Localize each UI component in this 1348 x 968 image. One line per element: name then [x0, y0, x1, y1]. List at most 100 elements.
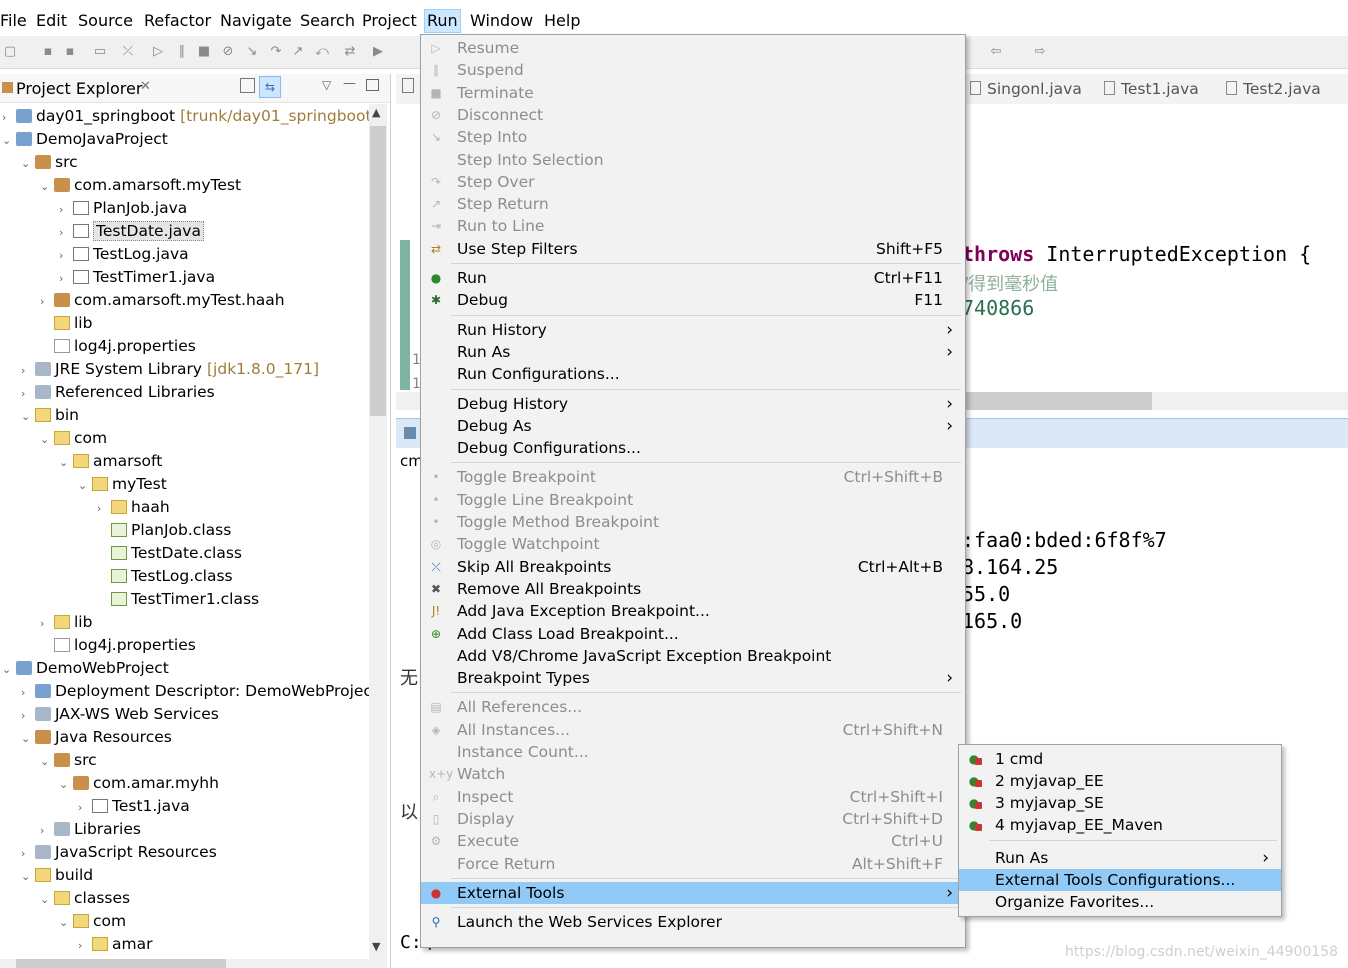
tree-item[interactable]: ⌄ DemoJavaProject	[2, 128, 168, 150]
forward-icon[interactable]: ⇨	[1032, 44, 1048, 60]
run-menu-item-debug-configurations[interactable]: Debug Configurations...	[421, 437, 965, 459]
tree-item[interactable]: ⌄ amarsoft	[59, 450, 162, 472]
chevron-down-icon[interactable]: ⌄	[59, 774, 73, 796]
terminate-icon[interactable]: ■	[196, 44, 212, 60]
tree-item[interactable]: ⌄ com.amar.myhh	[59, 772, 219, 794]
submenu-item-3-myjavap-se[interactable]: ● 3 myjavap_SE	[959, 792, 1281, 814]
tree-item[interactable]: TestLog.class	[97, 565, 233, 587]
tree-item[interactable]: ⌄ bin	[21, 404, 79, 426]
chevron-down-icon[interactable]: ⌄	[40, 889, 54, 911]
submenu-item-4-myjavap-ee-maven[interactable]: ● 4 myjavap_EE_Maven	[959, 814, 1281, 836]
tree-item[interactable]: › JAX-WS Web Services	[21, 703, 219, 725]
tree-item[interactable]: ⌄ DemoWebProject	[2, 657, 169, 679]
drop-to-frame-icon[interactable]: ⤺	[314, 44, 330, 60]
chevron-right-icon[interactable]: ›	[97, 498, 111, 520]
tree-item[interactable]: log4j.properties	[40, 634, 196, 656]
suspend-icon[interactable]: ∥	[174, 44, 190, 60]
step-into-icon[interactable]: ↘	[244, 44, 260, 60]
tree-item[interactable]: TestDate.class	[97, 542, 242, 564]
explorer-scroll-thumb[interactable]	[370, 126, 386, 416]
menu-project[interactable]: Project	[360, 10, 419, 32]
run-menu-item-run-configurations[interactable]: Run Configurations...	[421, 363, 965, 385]
chevron-right-icon[interactable]: ›	[40, 291, 54, 313]
chevron-right-icon[interactable]: ›	[59, 199, 73, 221]
chevron-down-icon[interactable]: ⌄	[78, 475, 92, 497]
chevron-right-icon[interactable]: ›	[59, 222, 73, 244]
explorer-vertical-scrollbar[interactable]: ▲ ▼	[369, 104, 387, 968]
run-menu-item-debug-as[interactable]: Debug As ›	[421, 415, 965, 437]
tree-item[interactable]: TestTimer1.class	[97, 588, 259, 610]
chevron-down-icon[interactable]: ⌄	[40, 176, 54, 198]
step-return-icon[interactable]: ↗	[290, 44, 306, 60]
open-console-icon[interactable]: ▭	[92, 44, 108, 60]
tree-item[interactable]: ⌄ build	[21, 864, 93, 886]
scroll-down-icon[interactable]: ▼	[372, 940, 380, 953]
submenu-item-external-tools-configurations[interactable]: External Tools Configurations...	[959, 869, 1281, 891]
link-with-editor-icon[interactable]: ⇆	[259, 76, 281, 98]
run-menu-item-run[interactable]: ● Run Ctrl+F11	[421, 267, 965, 289]
tree-item[interactable]: ⌄ myTest	[78, 473, 167, 495]
chevron-down-icon[interactable]: ⌄	[21, 153, 35, 175]
tree-item[interactable]: ⌄ classes	[40, 887, 130, 909]
back-icon[interactable]: ⇦	[988, 44, 1004, 60]
view-menu-icon[interactable]: ▽	[322, 78, 331, 92]
menu-source[interactable]: Source	[76, 10, 135, 32]
new-icon[interactable]: ▢	[2, 44, 18, 60]
tree-item[interactable]: › Libraries	[40, 818, 141, 840]
menu-search[interactable]: Search	[298, 10, 357, 32]
chevron-down-icon[interactable]: ⌄	[59, 452, 73, 474]
external-tools-icon[interactable]: ▶	[370, 44, 386, 60]
explorer-title[interactable]: Project Explorer	[16, 79, 142, 98]
chevron-down-icon[interactable]: ⌄	[21, 406, 35, 428]
tree-item[interactable]: › TestTimer1.java	[59, 266, 215, 288]
tree-item[interactable]: ⌄ com	[40, 427, 107, 449]
menu-navigate[interactable]: Navigate	[218, 10, 294, 32]
menu-window[interactable]: Window	[468, 10, 535, 32]
submenu-item-2-myjavap-ee[interactable]: ● 2 myjavap_EE	[959, 770, 1281, 792]
save-icon[interactable]: ▪	[40, 44, 56, 60]
tree-item[interactable]: › TestDate.java	[59, 220, 204, 242]
run-menu-item-external-tools[interactable]: ● External Tools ›	[421, 881, 965, 904]
run-menu-item-run-history[interactable]: Run History ›	[421, 319, 965, 341]
tree-item[interactable]: lib	[40, 312, 92, 334]
close-view-icon[interactable]: ✕	[140, 79, 151, 94]
save-all-icon[interactable]: ▪	[62, 44, 78, 60]
tree-item[interactable]: › amar	[78, 933, 152, 955]
disconnect-icon[interactable]: ⊘	[220, 44, 236, 60]
chevron-down-icon[interactable]: ⌄	[21, 866, 35, 888]
tree-item[interactable]: ⌄ src	[21, 151, 78, 173]
chevron-down-icon[interactable]: ⌄	[59, 912, 73, 934]
chevron-right-icon[interactable]: ›	[40, 820, 54, 842]
java-file-icon[interactable]	[402, 78, 414, 97]
tree-item[interactable]: › lib	[40, 611, 92, 633]
tree-item[interactable]: › PlanJob.java	[59, 197, 187, 219]
chevron-down-icon[interactable]: ⌄	[2, 659, 16, 681]
editor-tab[interactable]: Test1.java	[1104, 80, 1199, 98]
explorer-horizontal-scrollbar[interactable]	[0, 959, 369, 968]
tree-item[interactable]: › com.amarsoft.myTest.haah	[40, 289, 285, 311]
tree-item[interactable]: › JRE System Library [jdk1.8.0_171]	[21, 358, 319, 380]
resume-icon[interactable]: ▷	[150, 44, 166, 60]
tree-item[interactable]: ⌄ src	[40, 749, 97, 771]
tree-item[interactable]: › Test1.java	[78, 795, 190, 817]
chevron-right-icon[interactable]: ›	[78, 797, 92, 819]
chevron-down-icon[interactable]: ⌄	[2, 130, 16, 152]
tree-item[interactable]: ⌄ com.amarsoft.myTest	[40, 174, 241, 196]
chevron-right-icon[interactable]: ›	[21, 383, 35, 405]
skip-breakpoints-icon[interactable]: ⤫	[120, 44, 136, 60]
step-over-icon[interactable]: ↷	[268, 44, 284, 60]
tree-item[interactable]: › day01_springboot [trunk/day01_springboot…	[2, 105, 378, 127]
tree-item[interactable]: ⌄ com	[59, 910, 126, 932]
menu-run[interactable]: Run	[424, 9, 461, 33]
tree-item[interactable]: ⌄ Java Resources	[21, 726, 172, 748]
explorer-hscroll-thumb[interactable]	[16, 959, 226, 968]
scroll-up-icon[interactable]: ▲	[372, 106, 380, 119]
run-menu-item-launch-the-web-services-explorer[interactable]: ⚲ Launch the Web Services Explorer	[421, 911, 965, 933]
menu-help[interactable]: Help	[542, 10, 582, 32]
chevron-right-icon[interactable]: ›	[59, 245, 73, 267]
run-menu-item-add-class-load-breakpoint[interactable]: ⊕ Add Class Load Breakpoint...	[421, 623, 965, 645]
run-menu-item-use-step-filters[interactable]: ⇄ Use Step Filters Shift+F5	[421, 238, 965, 260]
tree-item[interactable]: › TestLog.java	[59, 243, 189, 265]
chevron-right-icon[interactable]: ›	[21, 682, 35, 704]
chevron-down-icon[interactable]: ⌄	[40, 751, 54, 773]
